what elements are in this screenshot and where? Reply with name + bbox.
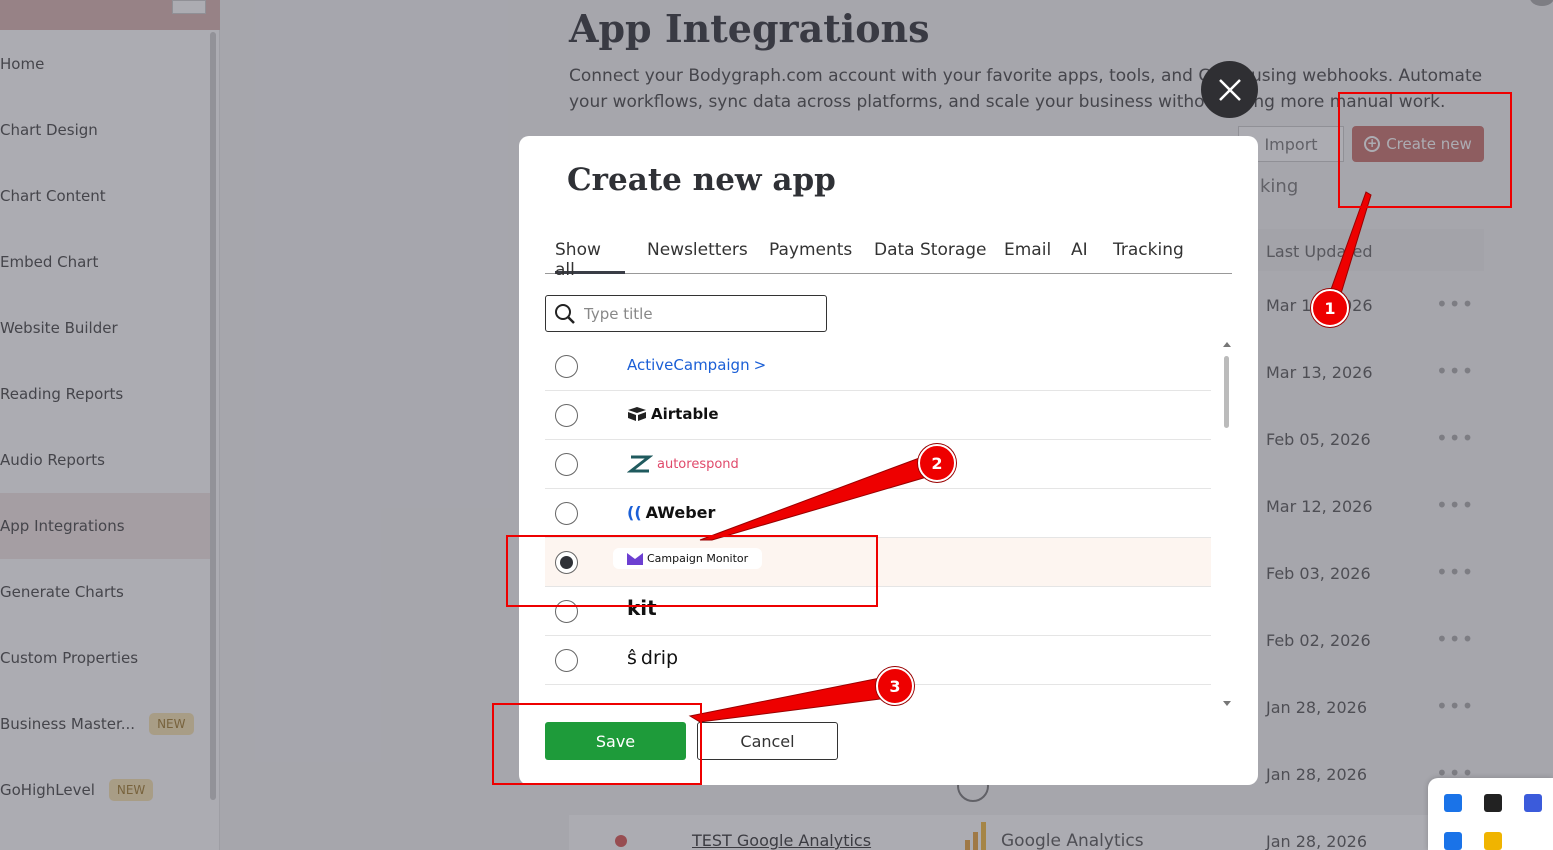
annotation-badge-2: 2 bbox=[918, 444, 956, 482]
aweber-logo: ((AWeber bbox=[627, 503, 716, 522]
autorespond-icon bbox=[627, 455, 653, 473]
tab-tracking[interactable]: Tracking bbox=[1113, 240, 1184, 274]
list-item[interactable]: ActiveCampaign > bbox=[545, 342, 1211, 391]
scroll-down-icon[interactable] bbox=[1223, 701, 1231, 706]
tab-data-storage[interactable]: Data Storage bbox=[874, 240, 987, 274]
app-radio[interactable] bbox=[555, 355, 578, 378]
list-item[interactable]: ((AWeber bbox=[545, 489, 1211, 538]
tab-payments[interactable]: Payments bbox=[769, 240, 852, 274]
list-item[interactable]: Airtable bbox=[545, 391, 1211, 440]
search-input[interactable] bbox=[584, 304, 804, 323]
category-tabs: Show all Newsletters Payments Data Stora… bbox=[545, 240, 1232, 280]
drip-logo: ŝ drip bbox=[627, 647, 679, 669]
system-tray bbox=[1428, 778, 1553, 850]
close-modal-button[interactable] bbox=[1201, 61, 1258, 118]
cancel-button[interactable]: Cancel bbox=[697, 722, 838, 760]
scroll-thumb[interactable] bbox=[1224, 356, 1229, 428]
annotation-badge-3: 3 bbox=[876, 667, 914, 705]
app-list: ActiveCampaign > Airtable autorespond ((A… bbox=[545, 342, 1211, 706]
tray-app-icon[interactable] bbox=[1484, 794, 1502, 812]
tab-show-all[interactable]: Show all bbox=[555, 240, 625, 280]
search-field[interactable] bbox=[545, 295, 827, 332]
annotation-box-3 bbox=[492, 703, 702, 785]
tray-warning-icon[interactable] bbox=[1484, 832, 1502, 850]
list-item[interactable]: autorespond bbox=[545, 440, 1211, 489]
annotation-badge-1: 1 bbox=[1311, 289, 1349, 327]
list-scrollbar[interactable] bbox=[1222, 342, 1232, 706]
airtable-logo: Airtable bbox=[627, 405, 719, 423]
search-icon bbox=[555, 303, 575, 324]
annotation-box-1 bbox=[1338, 92, 1512, 208]
app-radio[interactable] bbox=[555, 453, 578, 476]
tray-app-icon[interactable] bbox=[1524, 794, 1542, 812]
airtable-icon bbox=[628, 407, 646, 421]
activecampaign-logo: ActiveCampaign > bbox=[627, 356, 767, 374]
tab-newsletters[interactable]: Newsletters bbox=[647, 240, 748, 274]
tray-app-icon[interactable] bbox=[1444, 794, 1462, 812]
close-icon bbox=[1218, 78, 1241, 101]
chevron-right-icon: > bbox=[753, 356, 767, 374]
scroll-up-icon[interactable] bbox=[1223, 342, 1231, 347]
app-radio[interactable] bbox=[555, 502, 578, 525]
tray-gear-icon[interactable] bbox=[1444, 832, 1462, 850]
drip-icon: ŝ bbox=[627, 647, 637, 669]
modal-title: Create new app bbox=[567, 162, 836, 198]
autorespond-logo: autorespond bbox=[627, 454, 739, 474]
app-radio[interactable] bbox=[555, 649, 578, 672]
aweber-icon: (( bbox=[627, 503, 642, 522]
annotation-box-2 bbox=[506, 535, 878, 607]
app-radio[interactable] bbox=[555, 404, 578, 427]
tab-ai[interactable]: AI bbox=[1071, 240, 1088, 274]
tab-email[interactable]: Email bbox=[1004, 240, 1051, 274]
